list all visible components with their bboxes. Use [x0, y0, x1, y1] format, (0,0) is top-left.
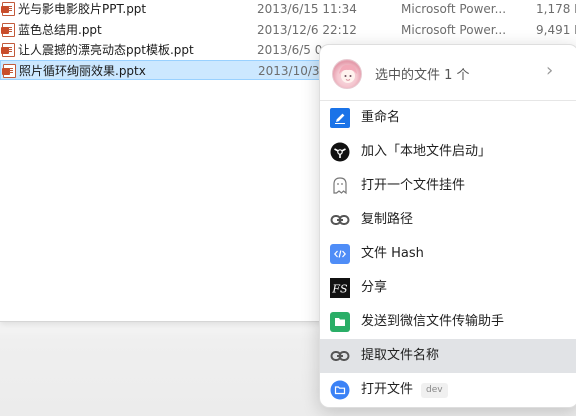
menu-item-label: 加入「本地文件启动」 — [361, 144, 492, 159]
ppt-file-icon — [1, 2, 15, 16]
file-row[interactable]: 光与影电影胶片PPT.ppt 2013/6/15 11:34 Microsoft… — [0, 0, 576, 19]
menu-item-label: 打开文件 dev — [361, 373, 448, 407]
menu-item-text: 打开文件 — [361, 382, 414, 397]
menu-item-rename[interactable]: 重命名 — [320, 101, 576, 135]
link-icon — [330, 210, 350, 230]
menu-item-share[interactable]: FS 分享 — [320, 271, 576, 305]
menu-item-label: 分享 — [361, 280, 388, 295]
file-type: Microsoft Power... — [401, 2, 507, 16]
share-fs-icon: FS — [330, 278, 350, 298]
file-name: 照片循环绚丽效果.pptx — [19, 64, 146, 78]
file-type: Microsoft Power... — [401, 23, 507, 37]
menu-item-add-local-launch[interactable]: 加入「本地文件启动」 — [320, 135, 576, 169]
menu-item-label: 文件 Hash — [361, 246, 424, 261]
ghost-widget-icon — [330, 176, 350, 196]
file-date: 2013/6/5 0 — [257, 43, 323, 57]
menu-item-extract-filename[interactable]: 提取文件名称 — [320, 339, 576, 373]
file-date: 2013/6/15 11:34 — [257, 2, 357, 16]
file-name: 光与影电影胶片PPT.ppt — [18, 2, 147, 16]
menu-item-label: 提取文件名称 — [361, 348, 440, 363]
file-size: 1,178 K — [536, 2, 576, 16]
dev-badge: dev — [421, 383, 448, 398]
menu-item-copy-path[interactable]: 复制路径 — [320, 203, 576, 237]
open-folder-icon — [330, 380, 350, 400]
file-date: 2013/12/6 22:12 — [257, 23, 357, 37]
file-row-selected[interactable]: 照片循环绚丽效果.pptx 2013/10/3 — [0, 60, 322, 80]
code-icon — [330, 244, 350, 264]
file-name: 让人震撼的漂亮动态ppt模板.ppt — [18, 43, 194, 57]
menu-header[interactable]: 选中的文件 1 个 › — [320, 45, 576, 101]
ppt-file-icon — [1, 23, 15, 37]
menu-item-file-hash[interactable]: 文件 Hash — [320, 237, 576, 271]
link-icon — [330, 346, 350, 366]
selected-count-text: 选中的文件 1 个 — [375, 68, 470, 83]
ppt-file-icon — [2, 64, 16, 78]
avatar — [332, 59, 362, 89]
svg-text:FS: FS — [331, 283, 348, 296]
menu-item-label: 重命名 — [361, 110, 401, 125]
rename-icon — [330, 108, 350, 128]
menu-item-label: 发送到微信文件传输助手 — [361, 314, 505, 329]
context-menu: 选中的文件 1 个 › 重命名 加入「本地文件启动」 打开一个文件挂件 复制路径… — [319, 44, 576, 408]
ppt-file-icon — [1, 43, 15, 57]
launch-app-icon — [330, 142, 350, 162]
file-date: 2013/10/3 — [258, 64, 320, 78]
menu-item-send-wechat[interactable]: 发送到微信文件传输助手 — [320, 305, 576, 339]
file-row[interactable]: 蓝色总结用.ppt 2013/12/6 22:12 Microsoft Powe… — [0, 20, 576, 40]
menu-item-open-widget[interactable]: 打开一个文件挂件 — [320, 169, 576, 203]
file-name: 蓝色总结用.ppt — [18, 23, 102, 37]
menu-item-label: 打开一个文件挂件 — [361, 178, 466, 193]
menu-item-open-file[interactable]: 打开文件 dev — [320, 373, 576, 407]
menu-item-label: 复制路径 — [361, 212, 414, 227]
wechat-transfer-icon — [330, 312, 350, 332]
chevron-right-icon[interactable]: › — [546, 61, 553, 81]
file-size: 9,491 K — [536, 23, 576, 37]
